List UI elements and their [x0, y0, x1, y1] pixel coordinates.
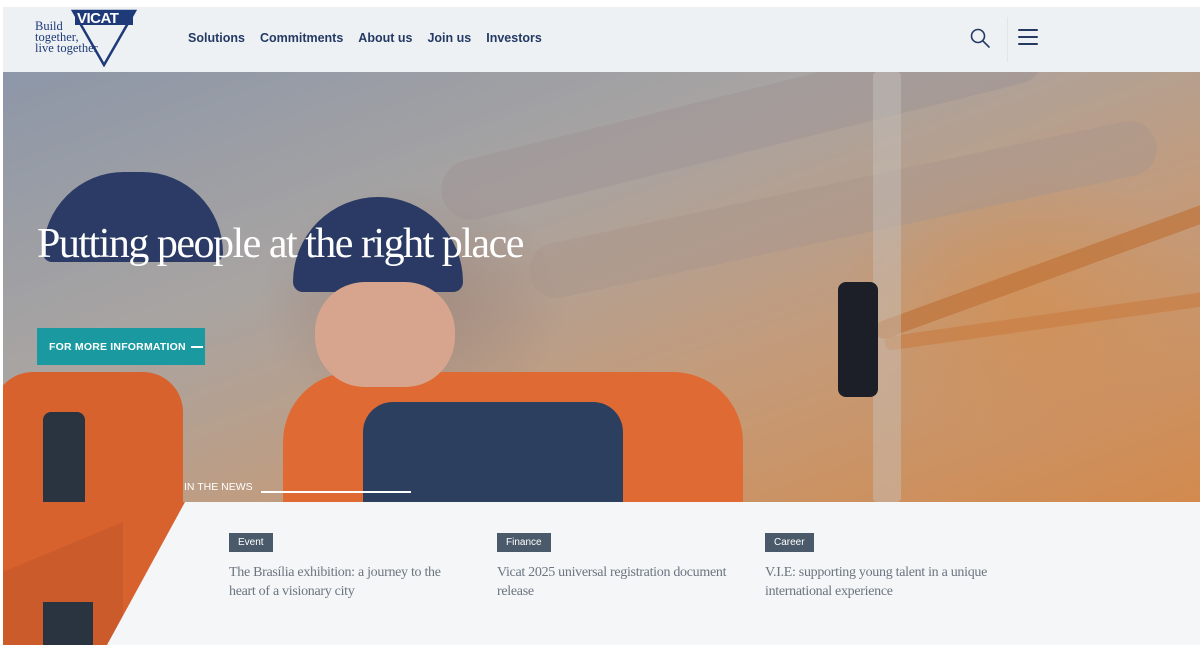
hero-worker-face — [315, 282, 455, 387]
site-header: Build together, live together VICAT Solu… — [3, 7, 1200, 72]
in-the-news-label: IN THE NEWS — [184, 481, 253, 493]
more-info-label: FOR MORE INFORMATION — [49, 340, 186, 353]
news-card[interactable]: Career V.I.E: supporting young talent in… — [765, 532, 995, 601]
news-card[interactable]: Event The Brasília exhibition: a journey… — [229, 532, 459, 601]
news-title[interactable]: V.I.E: supporting young talent in a uniq… — [765, 563, 995, 601]
news-tag[interactable]: Event — [229, 533, 273, 552]
nav-about-us[interactable]: About us — [358, 31, 412, 45]
hero-title: Putting people at the right place — [37, 221, 524, 267]
hero-radio-left — [43, 412, 85, 502]
nav-solutions[interactable]: Solutions — [188, 31, 245, 45]
news-card[interactable]: Finance Vicat 2025 universal registratio… — [497, 532, 727, 601]
nav-investors[interactable]: Investors — [486, 31, 542, 45]
hero-worker-left — [3, 372, 183, 502]
news-tag[interactable]: Finance — [497, 533, 551, 552]
logo-brand: VICAT — [77, 10, 119, 27]
vicat-logo[interactable]: Build together, live together VICAT — [33, 9, 143, 67]
hero-worker-jacket — [363, 402, 623, 502]
search-icon — [970, 28, 990, 48]
news-title[interactable]: Vicat 2025 universal registration docume… — [497, 563, 727, 601]
hamburger-menu-icon — [1018, 29, 1038, 45]
nav-commitments[interactable]: Commitments — [260, 31, 343, 45]
page-frame: Build together, live together VICAT Solu… — [3, 7, 1200, 645]
news-title[interactable]: The Brasília exhibition: a journey to th… — [229, 563, 459, 601]
news-section: Event The Brasília exhibition: a journey… — [3, 502, 1200, 645]
hero-radio — [838, 282, 878, 397]
hero-banner: Putting people at the right place FOR MO… — [3, 72, 1200, 502]
hero-overlap-wedge — [3, 502, 193, 645]
search-button[interactable] — [969, 27, 991, 49]
nav-join-us[interactable]: Join us — [427, 31, 471, 45]
menu-button[interactable] — [1018, 29, 1038, 47]
dash-icon — [191, 346, 203, 348]
more-info-button[interactable]: FOR MORE INFORMATION — [37, 328, 205, 365]
header-divider — [1007, 17, 1008, 62]
news-tag[interactable]: Career — [765, 533, 814, 552]
news-divider — [261, 491, 411, 493]
main-nav: Solutions Commitments About us Join us I… — [188, 31, 542, 45]
